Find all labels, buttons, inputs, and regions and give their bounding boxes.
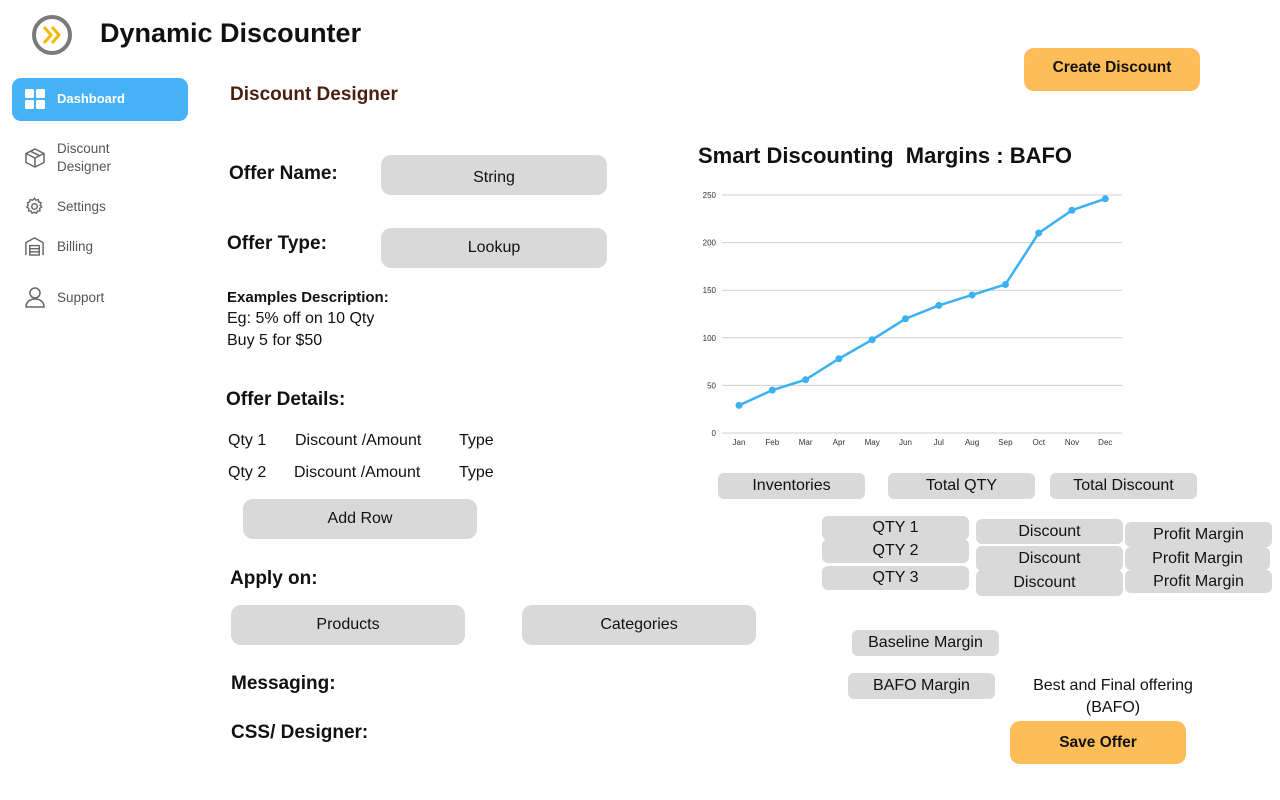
offer-name-input[interactable]: String bbox=[381, 155, 607, 195]
bafo-margin-field[interactable]: BAFO Margin bbox=[848, 673, 995, 699]
sidebar-item-label: Billing bbox=[57, 239, 94, 254]
user-icon bbox=[24, 286, 46, 313]
offer-type-label: Offer Type: bbox=[227, 233, 327, 254]
detail-discount[interactable]: Discount /Amount bbox=[295, 432, 421, 450]
offer-name-label: Offer Name: bbox=[229, 163, 338, 184]
discount-cell[interactable]: Discount bbox=[976, 546, 1123, 571]
x-tick-label: Apr bbox=[833, 438, 846, 447]
y-tick-label: 50 bbox=[707, 381, 716, 390]
app-title: Dynamic Discounter bbox=[100, 18, 362, 48]
y-tick-label: 100 bbox=[703, 334, 717, 343]
box-icon bbox=[24, 147, 46, 174]
data-point bbox=[968, 291, 976, 299]
examples-line: Buy 5 for $50 bbox=[227, 332, 323, 349]
x-tick-label: Oct bbox=[1032, 438, 1045, 447]
data-point bbox=[1035, 229, 1043, 237]
messaging-label: Messaging: bbox=[231, 673, 336, 694]
y-tick-label: 0 bbox=[712, 429, 717, 438]
offer-details-label: Offer Details: bbox=[226, 389, 346, 410]
grid-icon bbox=[25, 89, 45, 114]
qty-cell[interactable]: QTY 3 bbox=[822, 566, 969, 590]
detail-type[interactable]: Type bbox=[459, 432, 494, 450]
sidebar-item-label: Discount Designer bbox=[57, 141, 112, 174]
sidebar-item-settings[interactable]: Settings bbox=[24, 196, 184, 218]
sidebar-item-label: Dashboard bbox=[57, 91, 125, 106]
data-point bbox=[1068, 206, 1076, 214]
discount-cell[interactable]: Discount bbox=[976, 519, 1123, 544]
data-point bbox=[902, 315, 909, 323]
x-tick-label: Jun bbox=[899, 438, 912, 447]
x-tick-label: Jan bbox=[733, 438, 746, 447]
profit-margin-cell[interactable]: Profit Margin bbox=[1125, 547, 1270, 570]
apply-on-label: Apply on: bbox=[230, 568, 318, 589]
data-point bbox=[768, 386, 776, 394]
series-line bbox=[738, 197, 1106, 407]
detail-discount[interactable]: Discount /Amount bbox=[294, 464, 420, 482]
sidebar-item-support[interactable]: Support bbox=[24, 286, 184, 310]
data-point bbox=[735, 401, 743, 409]
data-point bbox=[1101, 195, 1109, 203]
add-row-button[interactable]: Add Row bbox=[243, 499, 477, 539]
x-tick-label: Jul bbox=[934, 438, 944, 447]
sidebar-item-dashboard[interactable]: Dashboard bbox=[12, 78, 188, 121]
examples-title: Examples Description: bbox=[227, 289, 389, 306]
chart-title: Smart Discounting Margins : BAFO bbox=[698, 143, 1073, 168]
app-logo-icon bbox=[32, 15, 72, 55]
detail-qty: Qty 2 bbox=[228, 464, 267, 481]
sidebar-item-label: Settings bbox=[57, 199, 106, 214]
examples-line: Eg: 5% off on 10 Qty bbox=[227, 310, 375, 327]
categories-button[interactable]: Categories bbox=[522, 605, 756, 645]
data-point bbox=[868, 336, 876, 344]
x-tick-label: Sep bbox=[998, 438, 1013, 447]
page-title: Discount Designer bbox=[230, 84, 398, 105]
x-tick-label: Nov bbox=[1065, 438, 1079, 447]
detail-qty: Qty 1 bbox=[228, 432, 267, 449]
x-tick-label: Dec bbox=[1098, 438, 1112, 447]
bafo-description: Best and Final offering (BAFO) bbox=[1033, 677, 1193, 716]
warehouse-icon bbox=[24, 236, 45, 262]
x-tick-label: May bbox=[865, 438, 880, 447]
margins-line-chart: 0 50 100 150 200 250 Jan Feb Mar Apr May Jun Jul Aug S… bbox=[703, 191, 1122, 447]
data-point bbox=[802, 376, 810, 384]
products-button[interactable]: Products bbox=[231, 605, 465, 645]
y-tick-label: 250 bbox=[703, 191, 717, 200]
qty-cell[interactable]: QTY 2 bbox=[822, 539, 969, 563]
x-tick-label: Aug bbox=[965, 438, 979, 447]
profit-margin-cell[interactable]: Profit Margin bbox=[1125, 570, 1272, 593]
y-tick-label: 200 bbox=[703, 239, 717, 248]
css-designer-label: CSS/ Designer: bbox=[231, 722, 369, 743]
data-point bbox=[1001, 280, 1009, 288]
sidebar-item-label: Support bbox=[57, 290, 105, 305]
qty-cell[interactable]: QTY 1 bbox=[822, 516, 969, 540]
y-tick-label: 150 bbox=[703, 286, 717, 295]
offer-type-select[interactable]: Lookup bbox=[381, 228, 607, 268]
baseline-margin-field[interactable]: Baseline Margin bbox=[852, 630, 999, 656]
save-offer-button[interactable]: Save Offer bbox=[1010, 721, 1186, 764]
data-point bbox=[935, 301, 943, 309]
detail-type[interactable]: Type bbox=[459, 464, 494, 482]
create-discount-button[interactable]: Create Discount bbox=[1024, 48, 1200, 91]
total-discount-header[interactable]: Total Discount bbox=[1050, 473, 1197, 499]
x-tick-label: Mar bbox=[799, 438, 813, 447]
sidebar-item-billing[interactable]: Billing bbox=[24, 236, 184, 258]
total-qty-header[interactable]: Total QTY bbox=[888, 473, 1035, 499]
discount-cell[interactable]: Discount bbox=[976, 570, 1123, 596]
gear-icon bbox=[24, 196, 45, 222]
profit-margin-cell[interactable]: Profit Margin bbox=[1125, 522, 1272, 547]
inventories-header[interactable]: Inventories bbox=[718, 473, 865, 499]
sidebar-item-discount-designer[interactable]: Discount Designer bbox=[24, 140, 184, 180]
x-tick-label: Feb bbox=[765, 438, 779, 447]
data-point bbox=[835, 355, 843, 363]
